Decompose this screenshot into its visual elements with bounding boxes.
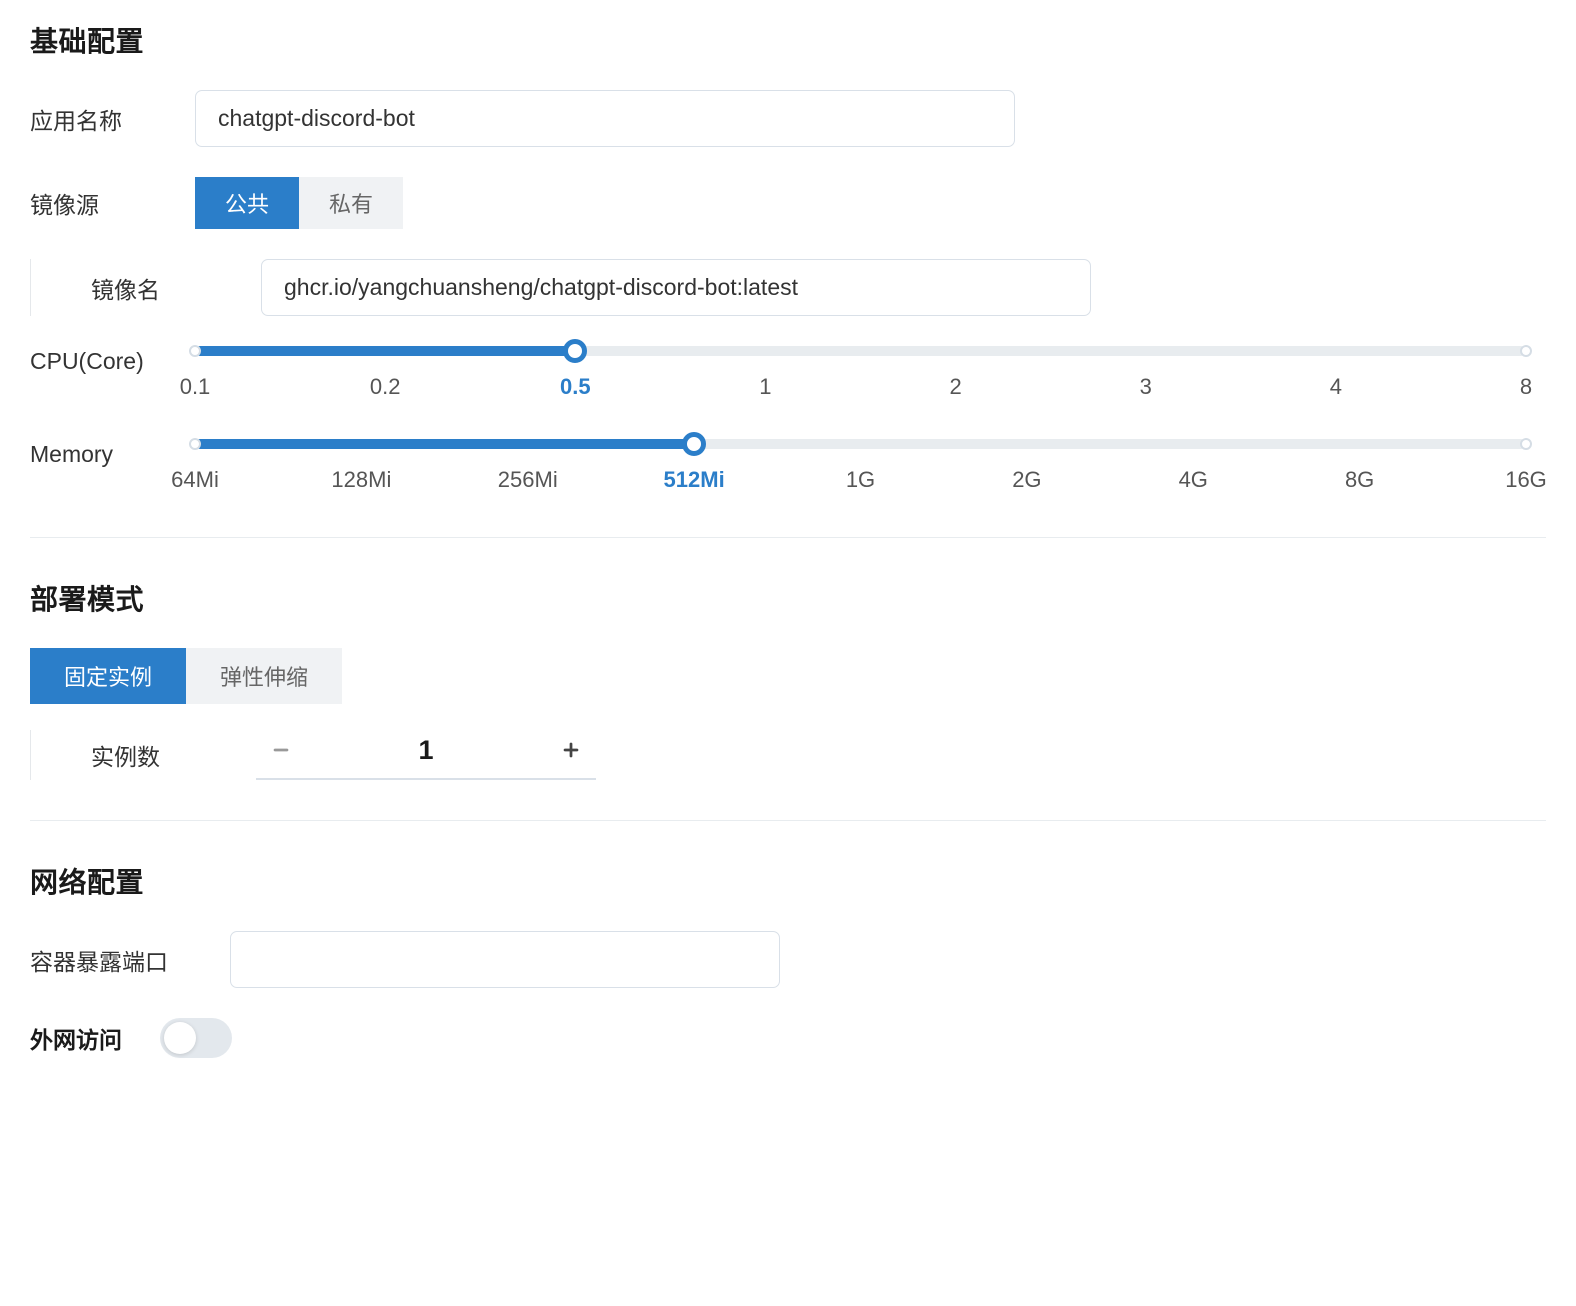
- instance-decrement-button[interactable]: [256, 730, 306, 770]
- slider-tick: 4G: [1179, 467, 1208, 493]
- external-access-row: 外网访问: [30, 1018, 1546, 1058]
- image-source-public-tab[interactable]: 公共: [195, 177, 299, 229]
- cpu-slider-handle[interactable]: [563, 339, 587, 363]
- slider-tick: 512Mi: [664, 467, 725, 493]
- external-access-toggle[interactable]: [160, 1018, 232, 1058]
- deploy-tabs-row: 固定实例 弹性伸缩: [30, 648, 1546, 704]
- slider-tick: 1: [759, 374, 771, 400]
- instance-count-value: 1: [306, 735, 546, 766]
- slider-tick: 64Mi: [171, 467, 219, 493]
- instance-count-stepper: 1: [256, 730, 596, 780]
- toggle-knob: [164, 1022, 196, 1054]
- memory-label: Memory: [30, 439, 195, 468]
- slider-tick: 4: [1330, 374, 1342, 400]
- slider-tick: 0.5: [560, 374, 591, 400]
- section-deploy-title: 部署模式: [30, 578, 1546, 618]
- image-name-input[interactable]: [261, 259, 1091, 316]
- image-name-label: 镜像名: [91, 271, 261, 305]
- deploy-fixed-tab[interactable]: 固定实例: [30, 648, 186, 704]
- slider-tick: 2G: [1012, 467, 1041, 493]
- image-source-tabs: 公共 私有: [195, 177, 403, 229]
- memory-slider[interactable]: 64Mi128Mi256Mi512Mi1G2G4G8G16G: [195, 439, 1546, 497]
- port-input[interactable]: [230, 931, 780, 988]
- slider-tick: 8: [1520, 374, 1532, 400]
- deploy-autoscale-tab[interactable]: 弹性伸缩: [186, 648, 342, 704]
- port-row: 容器暴露端口: [30, 931, 1546, 988]
- image-source-label: 镜像源: [30, 186, 195, 220]
- app-name-row: 应用名称: [30, 90, 1546, 147]
- slider-tick: 8G: [1345, 467, 1374, 493]
- divider: [30, 537, 1546, 538]
- divider: [30, 820, 1546, 821]
- slider-tick: 128Mi: [331, 467, 391, 493]
- port-label: 容器暴露端口: [30, 943, 230, 977]
- section-basic-title: 基础配置: [30, 20, 1546, 60]
- plus-icon: [560, 739, 582, 761]
- memory-slider-row: Memory 64Mi 128Mi 256Mi 512Mi 1G 2G 4G 8G 16G: [30, 439, 1546, 497]
- image-source-private-tab[interactable]: 私有: [299, 177, 403, 229]
- image-name-row: 镜像名: [30, 259, 1546, 316]
- cpu-slider-row: CPU(Core) 0.1 0.2 0.5 1 2 3 4 8: [30, 346, 1546, 404]
- slider-tick: 0.1: [180, 374, 211, 400]
- instance-count-label: 实例数: [91, 738, 256, 772]
- app-name-input[interactable]: [195, 90, 1015, 147]
- memory-slider-handle[interactable]: [682, 432, 706, 456]
- slider-tick: 2: [949, 374, 961, 400]
- external-access-label: 外网访问: [30, 1021, 160, 1055]
- instance-count-row: 实例数 1: [30, 730, 1546, 780]
- instance-increment-button[interactable]: [546, 730, 596, 770]
- minus-icon: [270, 739, 292, 761]
- slider-tick: 0.2: [370, 374, 401, 400]
- slider-tick: 16G: [1505, 467, 1547, 493]
- cpu-label: CPU(Core): [30, 346, 195, 375]
- slider-tick: 3: [1140, 374, 1152, 400]
- slider-tick: 1G: [846, 467, 875, 493]
- image-source-row: 镜像源 公共 私有: [30, 177, 1546, 229]
- app-name-label: 应用名称: [30, 102, 195, 136]
- deploy-mode-tabs: 固定实例 弹性伸缩: [30, 648, 342, 704]
- section-network-title: 网络配置: [30, 861, 1546, 901]
- slider-tick: 256Mi: [498, 467, 558, 493]
- cpu-slider[interactable]: 0.10.20.512348: [195, 346, 1546, 404]
